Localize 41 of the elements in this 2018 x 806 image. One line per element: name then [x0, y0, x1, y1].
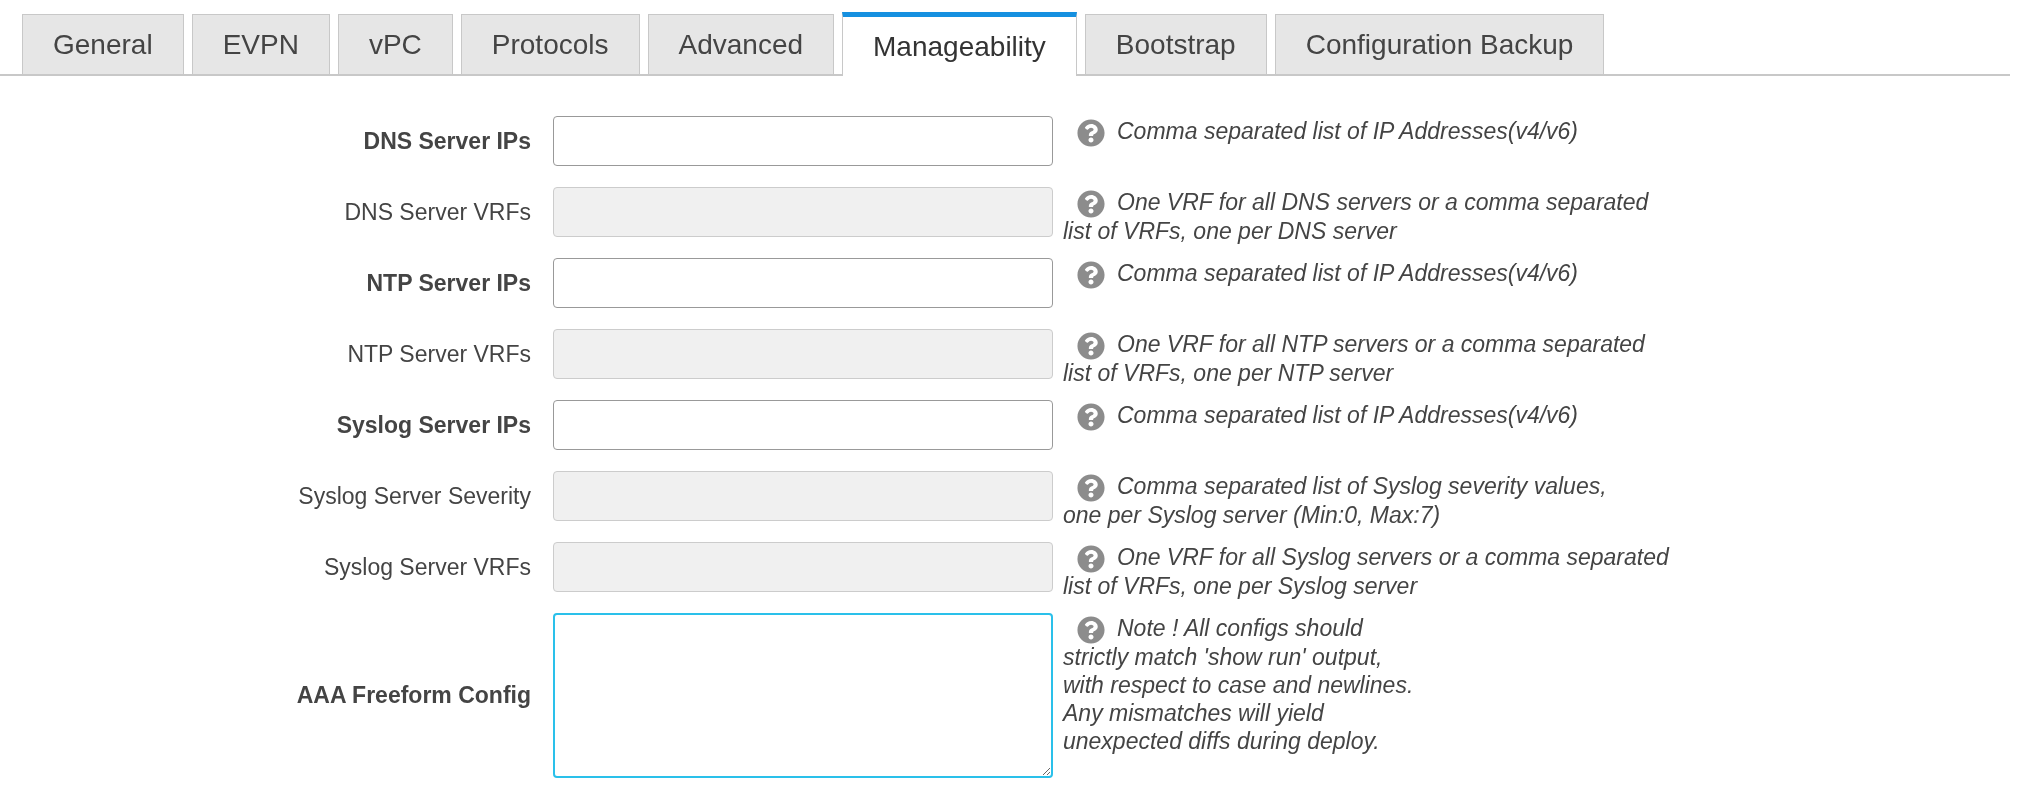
help-text: Note ! All configs should [1117, 614, 1363, 642]
tab[interactable]: vPC [337, 14, 453, 74]
field-label: Syslog Server Severity [298, 481, 531, 511]
field-label: NTP Server IPs [366, 268, 531, 298]
help-icon[interactable] [1077, 616, 1105, 644]
field-label: DNS Server IPs [363, 126, 531, 156]
help-text: One VRF for all Syslog servers or a comma separated [1117, 543, 1669, 571]
help-icon[interactable] [1077, 332, 1105, 360]
field-label: Syslog Server VRFs [323, 552, 531, 582]
tab[interactable]: Bootstrap [1084, 14, 1267, 74]
help-icon[interactable] [1077, 474, 1105, 502]
help-text: list of VRFs, one per NTP server [1063, 359, 1394, 387]
help-text: One VRF for all NTP servers or a comma separated [1117, 330, 1645, 358]
tab[interactable]: General [22, 14, 184, 74]
input-field[interactable] [553, 116, 1053, 166]
field-label: NTP Server VRFs [347, 339, 531, 369]
help-text: strictly match 'show run' output, with respect to case and newlines. Any mismatches will yield unexpected diffs during deploy. [1063, 643, 1414, 755]
help-text: list of VRFs, one per Syslog server [1063, 572, 1418, 600]
tab[interactable]: Manageability [842, 12, 1077, 76]
tab[interactable]: Configuration Backup [1274, 14, 1605, 74]
help-text: Comma separated list of Syslog severity values, [1117, 472, 1607, 500]
help-text: list of VRFs, one per DNS server [1063, 217, 1397, 245]
help-text: Comma separated list of IP Addresses(v4/v6) [1117, 259, 1579, 287]
help-text: Comma separated list of IP Addresses(v4/v6) [1117, 401, 1579, 429]
tab[interactable]: Protocols [460, 14, 640, 74]
field-label: DNS Server VRFs [344, 197, 531, 227]
input-field[interactable] [553, 400, 1053, 450]
help-text: One VRF for all DNS servers or a comma separated [1117, 188, 1649, 216]
input-field[interactable] [553, 258, 1053, 308]
help-icon[interactable] [1077, 403, 1105, 431]
help-icon[interactable] [1077, 119, 1105, 147]
help-icon[interactable] [1077, 545, 1105, 573]
help-text: one per Syslog server (Min:0, Max:7) [1063, 501, 1441, 529]
field-label: AAA Freeform Config [296, 681, 531, 711]
field-label: Syslog Server IPs [336, 410, 531, 440]
help-icon[interactable] [1077, 190, 1105, 218]
help-text: Comma separated list of IP Addresses(v4/v6) [1117, 117, 1579, 145]
tab[interactable]: EVPN [191, 14, 330, 74]
help-icon[interactable] [1077, 261, 1105, 289]
text-area[interactable] [553, 613, 1053, 778]
tab[interactable]: Advanced [647, 14, 835, 74]
